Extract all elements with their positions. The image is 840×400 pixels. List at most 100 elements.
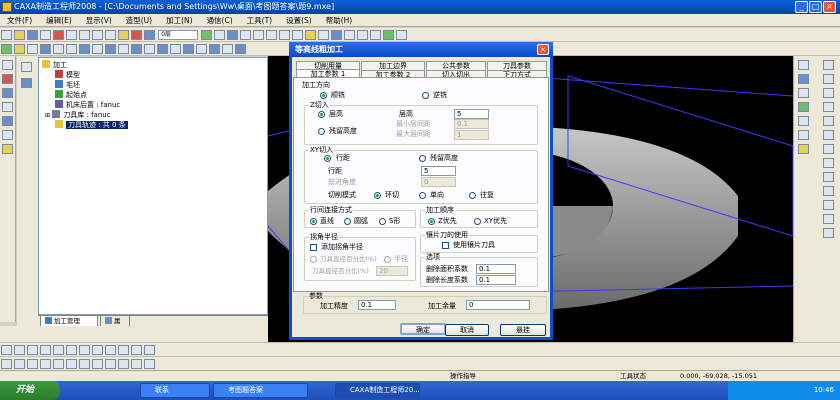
text-tool-icon[interactable] — [823, 214, 834, 224]
tree-toggle-icon[interactable] — [21, 62, 32, 72]
text-icon[interactable] — [2, 144, 13, 154]
coord-icon[interactable] — [798, 60, 809, 70]
property-icon[interactable] — [21, 78, 32, 88]
curve-trim-icon[interactable] — [823, 186, 834, 196]
allowance-input[interactable]: 0 — [466, 300, 530, 310]
ellipse-icon[interactable] — [823, 144, 834, 154]
tree-item-toolpath[interactable]: 刀具轨迹 : 共 0 条 — [55, 120, 128, 130]
area-factor-input[interactable]: 0.1 — [476, 264, 516, 274]
redo-icon[interactable] — [105, 30, 116, 40]
check-icon[interactable] — [798, 102, 809, 112]
expand-icon[interactable]: ⊞ — [45, 112, 50, 119]
contour-icon[interactable] — [27, 345, 38, 355]
loft-icon[interactable] — [40, 44, 51, 54]
app-icon[interactable] — [2, 2, 12, 12]
zoom-in-icon[interactable] — [253, 30, 265, 40]
advance-angle-input[interactable]: 0 — [421, 177, 456, 187]
layer-select[interactable]: 0层 — [158, 30, 199, 40]
finishing-icon[interactable] — [14, 345, 25, 355]
layer-height-input[interactable]: 5 — [454, 109, 489, 119]
wireframe-icon[interactable] — [318, 30, 330, 40]
save-icon[interactable] — [27, 30, 38, 40]
hole-icon[interactable] — [105, 44, 116, 54]
spline-icon[interactable] — [823, 116, 834, 126]
cavity-icon[interactable] — [209, 44, 220, 54]
radio-mode-loop[interactable] — [374, 192, 381, 199]
radio-connect-s[interactable] — [379, 218, 386, 225]
curve-fillet-icon[interactable] — [823, 228, 834, 238]
curve-smooth-icon[interactable] — [105, 359, 116, 369]
copy-icon[interactable] — [66, 30, 77, 40]
top-view-icon[interactable] — [344, 30, 356, 40]
arc-icon[interactable] — [823, 74, 834, 84]
radial-icon[interactable] — [79, 345, 90, 355]
circle-icon[interactable] — [823, 88, 834, 98]
taskbar-item-answers[interactable]: 考图题答案 — [213, 383, 308, 398]
line-style-icon[interactable] — [118, 30, 129, 40]
equidistant-icon[interactable] — [823, 172, 834, 182]
paste-icon[interactable] — [79, 30, 90, 40]
radio-connect-arc[interactable] — [344, 218, 351, 225]
menu-modeling[interactable]: 造型(U) — [119, 14, 159, 27]
snap-icon[interactable] — [201, 30, 213, 40]
step-over-input[interactable]: 5 — [421, 166, 456, 176]
menu-view[interactable]: 显示(V) — [79, 14, 119, 27]
open-icon[interactable] — [14, 30, 25, 40]
minimize-button[interactable]: _ — [795, 1, 808, 13]
new-icon[interactable] — [1, 30, 12, 40]
menu-file[interactable]: 文件(F) — [0, 14, 39, 27]
min-layer-input[interactable]: 0.1 — [454, 119, 489, 129]
cut-icon[interactable] — [53, 30, 64, 40]
shade-icon[interactable] — [305, 30, 317, 40]
curve-extend-icon[interactable] — [823, 200, 834, 210]
iso-view-icon[interactable] — [331, 30, 343, 40]
line-icon[interactable] — [823, 60, 834, 70]
view-icon[interactable] — [227, 30, 239, 40]
radio-radius[interactable] — [384, 256, 391, 263]
revolve-icon[interactable] — [14, 44, 25, 54]
radio-mode-one-way[interactable] — [419, 192, 426, 199]
front-view-icon[interactable] — [357, 30, 369, 40]
radio-diameter-ratio[interactable] — [310, 256, 317, 263]
radio-mode-zigzag[interactable] — [469, 192, 476, 199]
blend-icon[interactable] — [196, 44, 207, 54]
percent-input[interactable]: 20 — [376, 266, 408, 276]
radio-connect-line[interactable] — [310, 218, 317, 225]
radio-step-over[interactable] — [324, 155, 331, 162]
tool-icon[interactable] — [2, 116, 13, 126]
rotate-icon[interactable] — [292, 30, 304, 40]
radio-z-first[interactable] — [428, 218, 435, 225]
array-icon[interactable] — [131, 44, 142, 54]
tree-item-post[interactable]: 机床后置 : fanuc — [55, 100, 120, 110]
pocket-icon[interactable] — [40, 345, 51, 355]
offset-icon[interactable] — [183, 44, 194, 54]
taskbar-item-caxa[interactable]: CAXA制造工程师20... — [335, 383, 420, 398]
side-view-icon[interactable] — [370, 30, 382, 40]
max-layer-input[interactable]: 1 — [454, 130, 489, 140]
extrude-icon[interactable] — [1, 44, 12, 54]
cancel-button[interactable]: 取消 — [445, 324, 489, 336]
insert-tool-checkbox[interactable] — [442, 242, 449, 249]
curve-intersect-icon[interactable] — [92, 359, 103, 369]
precision-input[interactable]: 0.1 — [358, 300, 396, 310]
chamfer-icon[interactable] — [66, 44, 77, 54]
curve-icon[interactable] — [2, 102, 13, 112]
polygon-icon[interactable] — [823, 130, 834, 140]
taskbar-item-contact[interactable]: 联系 — [140, 383, 210, 398]
mirror-icon[interactable] — [144, 44, 155, 54]
curve-offset-icon[interactable] — [40, 359, 51, 369]
curve-project-icon[interactable] — [79, 359, 90, 369]
tree-item-start-point[interactable]: 起始点 — [55, 90, 87, 100]
color-icon[interactable] — [131, 30, 142, 40]
start-button[interactable]: 开始 — [0, 381, 60, 400]
split-icon[interactable] — [222, 44, 233, 54]
move-icon[interactable] — [118, 359, 129, 369]
roughing-icon[interactable] — [1, 345, 12, 355]
pan-icon[interactable] — [279, 30, 291, 40]
gcode-icon[interactable] — [144, 345, 155, 355]
help-icon[interactable] — [396, 30, 408, 40]
radio-conventional[interactable] — [422, 92, 429, 99]
radio-climb[interactable] — [320, 92, 327, 99]
spiral-icon[interactable] — [92, 345, 103, 355]
radio-layer-height[interactable] — [318, 111, 325, 118]
